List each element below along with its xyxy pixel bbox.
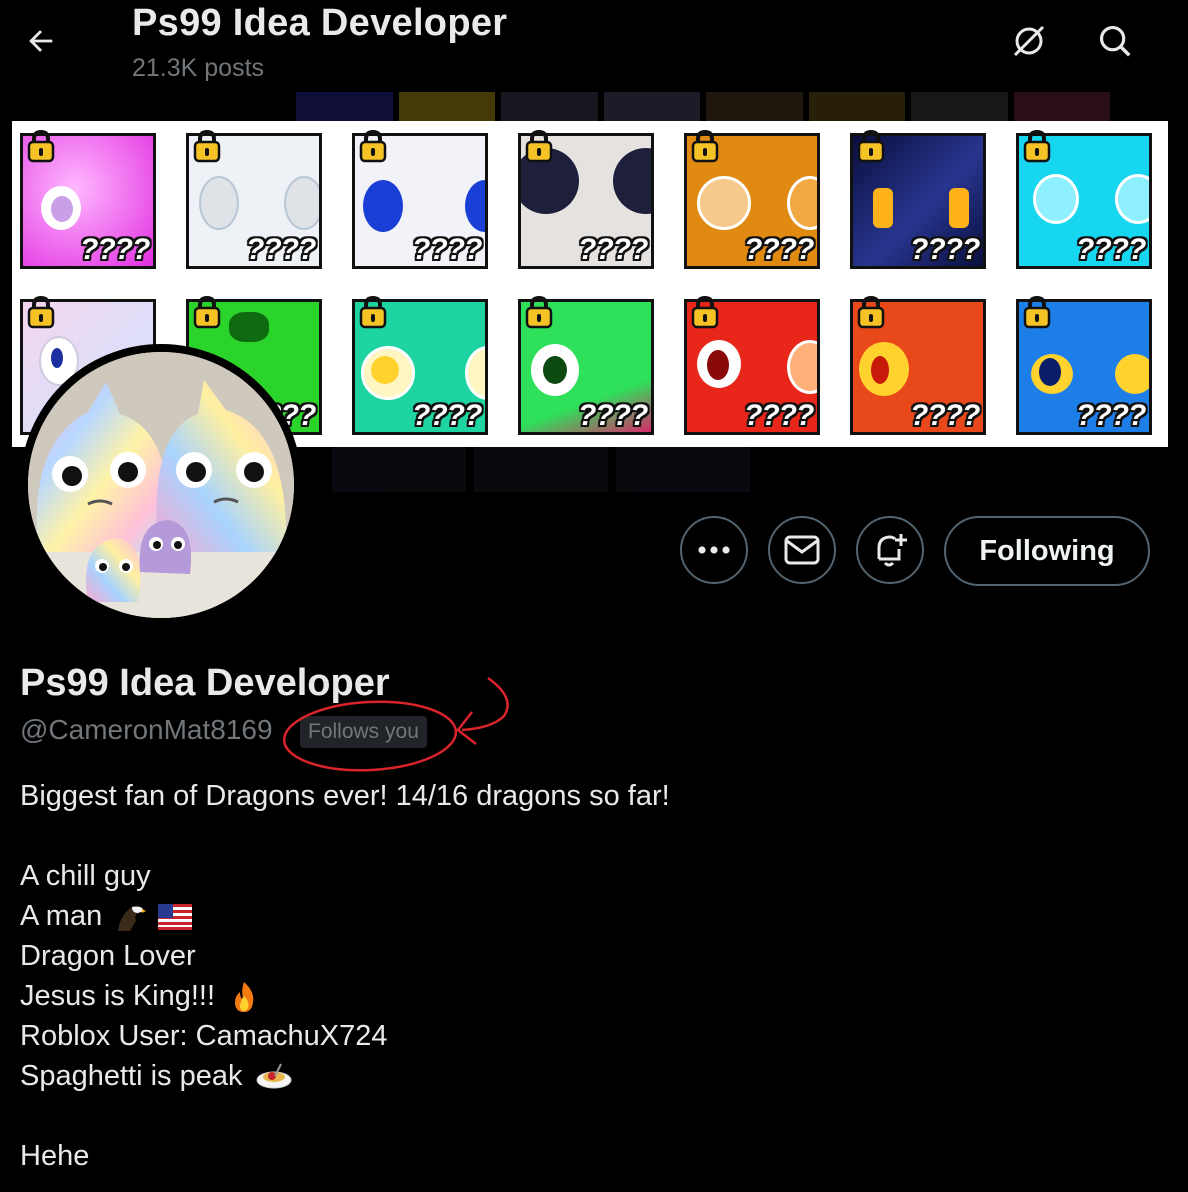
top-bar: Ps99 Idea Developer 21.3K posts bbox=[0, 0, 1188, 100]
locked-pet-label: ???? bbox=[1076, 233, 1146, 266]
avatar[interactable] bbox=[20, 344, 302, 626]
spaghetti-emoji-icon bbox=[256, 1063, 292, 1089]
padlock-icon bbox=[359, 295, 387, 329]
search-button[interactable] bbox=[1092, 18, 1138, 64]
mail-icon bbox=[784, 535, 820, 565]
more-button[interactable] bbox=[680, 516, 748, 584]
profile-handle: @CameronMat8169 bbox=[20, 714, 273, 745]
padlock-icon bbox=[27, 295, 55, 329]
back-button[interactable] bbox=[18, 18, 64, 64]
header-post-count: 21.3K posts bbox=[132, 54, 265, 82]
bio-line: Dragon Lover bbox=[20, 940, 196, 972]
banner-background-strip-lower bbox=[332, 446, 750, 492]
padlock-icon bbox=[525, 129, 553, 163]
us-flag-emoji-icon bbox=[158, 904, 193, 931]
avatar-image bbox=[28, 352, 294, 618]
grok-icon bbox=[1013, 25, 1045, 57]
notifications-button[interactable] bbox=[856, 516, 924, 584]
plush-toys-photo bbox=[28, 352, 294, 618]
grok-button[interactable] bbox=[1006, 18, 1052, 64]
fire-emoji-icon bbox=[235, 982, 254, 1013]
padlock-icon bbox=[193, 129, 221, 163]
bio-text: Jesus is King!!! bbox=[20, 980, 216, 1012]
bio-line-with-emoji: Jesus is King!!! bbox=[20, 976, 670, 1016]
bio-text: Spaghetti is peak bbox=[20, 1060, 243, 1092]
red-annotation bbox=[282, 676, 509, 772]
padlock-icon bbox=[1023, 129, 1051, 163]
padlock-icon bbox=[691, 295, 719, 329]
locked-pet-label: ???? bbox=[1076, 399, 1146, 432]
bell-plus-icon bbox=[877, 534, 907, 567]
padlock-icon bbox=[525, 295, 553, 329]
search-icon bbox=[1099, 25, 1131, 57]
locked-pet-label: ???? bbox=[578, 233, 648, 266]
locked-pet-label: ???? bbox=[744, 399, 814, 432]
eagle-emoji-icon bbox=[118, 906, 147, 932]
padlock-icon bbox=[359, 129, 387, 163]
bio-line-with-emoji: Spaghetti is peak bbox=[20, 1056, 670, 1096]
locked-pet-label: ???? bbox=[412, 233, 482, 266]
more-icon bbox=[698, 546, 730, 554]
padlock-icon bbox=[193, 295, 221, 329]
bio-line: Biggest fan of Dragons ever! 14/16 drago… bbox=[20, 780, 670, 812]
padlock-icon bbox=[857, 295, 885, 329]
padlock-icon bbox=[857, 129, 885, 163]
header-title: Ps99 Idea Developer bbox=[132, 2, 508, 44]
locked-pet-label: ???? bbox=[910, 233, 980, 266]
bio-line: Hehe bbox=[20, 1140, 90, 1172]
message-button[interactable] bbox=[768, 516, 836, 584]
locked-pet-label: ???? bbox=[910, 399, 980, 432]
padlock-icon bbox=[27, 129, 55, 163]
profile-bio: Biggest fan of Dragons ever! 14/16 drago… bbox=[20, 776, 670, 1176]
bio-line: A chill guy bbox=[20, 860, 151, 892]
locked-pet-label: ???? bbox=[80, 233, 150, 266]
locked-pet-label: ???? bbox=[744, 233, 814, 266]
bio-line: Roblox User: CamachuX724 bbox=[20, 1020, 388, 1052]
following-button[interactable]: Following bbox=[944, 516, 1150, 586]
bio-line-with-emoji: A man bbox=[20, 896, 670, 936]
locked-pet-label: ???? bbox=[578, 399, 648, 432]
bio-blank-line bbox=[20, 816, 670, 856]
locked-pet-label: ???? bbox=[412, 399, 482, 432]
bio-text: A man bbox=[20, 900, 103, 932]
bio-blank-line bbox=[20, 1096, 670, 1136]
arrow-left-icon bbox=[29, 30, 53, 52]
padlock-icon bbox=[1023, 295, 1051, 329]
locked-pet-label: ???? bbox=[246, 233, 316, 266]
padlock-icon bbox=[691, 129, 719, 163]
